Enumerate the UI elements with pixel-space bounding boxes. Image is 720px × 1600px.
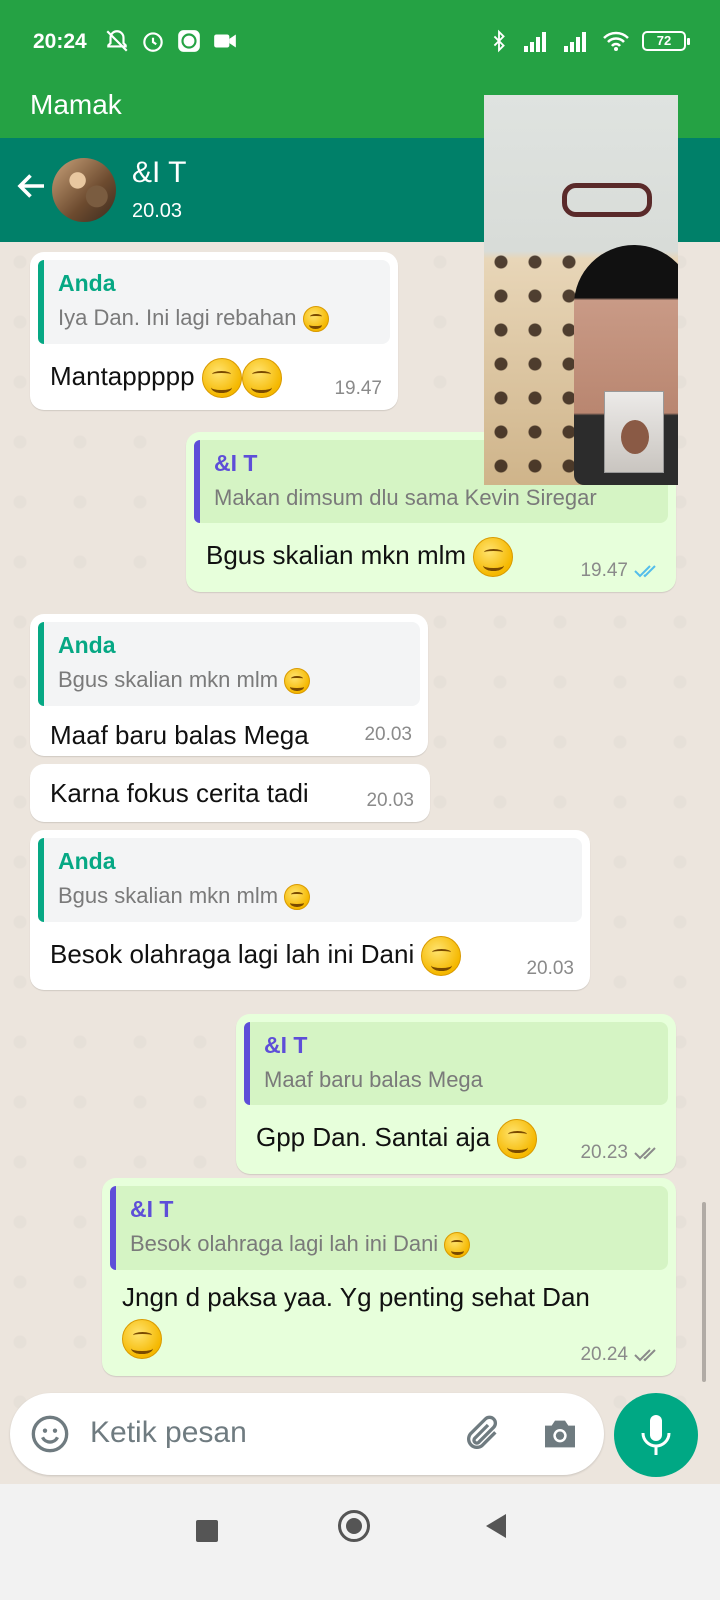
emoji-icon bbox=[302, 306, 329, 333]
emoji-icon bbox=[122, 1319, 162, 1360]
system-navigation-bar bbox=[0, 1484, 720, 1600]
message-time: 20.24 bbox=[580, 1344, 628, 1365]
quoted-message[interactable]: &I T Maaf baru balas Mega bbox=[244, 1022, 668, 1105]
message-time: 20.03 bbox=[364, 724, 412, 745]
status-time: 20:24 bbox=[33, 30, 87, 53]
chat-title[interactable]: &I T bbox=[132, 156, 186, 190]
quote-author: Anda bbox=[58, 270, 116, 296]
message-text: Karna fokus cerita tadi bbox=[50, 778, 309, 808]
emoji-icon bbox=[421, 936, 462, 977]
video-icon bbox=[214, 34, 236, 48]
status-bar: 20:24 72 bbox=[0, 0, 720, 86]
message-bubble[interactable]: &I T Maaf baru balas Mega Gpp Dan. Santa… bbox=[236, 1014, 676, 1174]
quote-text: Makan dimsum dlu sama Kevin Siregar bbox=[214, 485, 597, 510]
quote-author: &I T bbox=[264, 1032, 308, 1058]
quote-text: Iya Dan. Ini lagi rebahan bbox=[58, 305, 297, 330]
wifi-icon bbox=[603, 31, 629, 51]
recents-button[interactable] bbox=[196, 1520, 218, 1542]
message-text: Bgus skalian mkn mlm bbox=[206, 539, 467, 570]
signal-icon bbox=[524, 32, 546, 52]
arrow-left-icon[interactable] bbox=[14, 168, 50, 204]
quote-text: Bgus skalian mkn mlm bbox=[58, 667, 279, 692]
delivered-ticks-icon bbox=[634, 1147, 656, 1160]
message-text: Gpp Dan. Santai aja bbox=[256, 1121, 491, 1152]
message-time: 19.47 bbox=[580, 560, 628, 581]
emoji-icon bbox=[241, 358, 282, 399]
remote-video-detail bbox=[562, 183, 652, 217]
message-composer[interactable]: Ketik pesan bbox=[10, 1393, 604, 1475]
quote-author: &I T bbox=[130, 1196, 174, 1222]
message-input[interactable]: Ketik pesan bbox=[90, 1416, 247, 1450]
signal-icon-2 bbox=[564, 32, 586, 52]
battery-indicator: 72 bbox=[642, 31, 690, 51]
message-text: Jngn d paksa yaa. Yg penting sehat Dan bbox=[122, 1282, 590, 1313]
video-call-preview[interactable] bbox=[484, 95, 678, 485]
message-bubble[interactable]: Karna fokus cerita tadi 20.03 bbox=[30, 764, 430, 822]
delivered-ticks-icon bbox=[634, 1349, 656, 1362]
emoji-icon bbox=[473, 537, 514, 577]
message-time: 20.23 bbox=[580, 1142, 628, 1163]
call-contact-name: Mamak bbox=[30, 89, 122, 120]
quote-author: Anda bbox=[58, 848, 116, 874]
camera-icon[interactable] bbox=[540, 1414, 580, 1454]
message-bubble[interactable]: Anda Bgus skalian mkn mlm Besok olahraga… bbox=[30, 830, 590, 990]
message-text: Maaf baru balas Mega bbox=[50, 720, 309, 751]
message-bubble[interactable]: &I T Besok olahraga lagi lah ini Dani Jn… bbox=[102, 1178, 676, 1376]
bluetooth-icon bbox=[493, 29, 505, 53]
quote-text: Maaf baru balas Mega bbox=[264, 1067, 483, 1092]
message-bubble[interactable]: Anda Bgus skalian mkn mlm Maaf baru bala… bbox=[30, 614, 428, 756]
scrollbar[interactable] bbox=[702, 1202, 706, 1382]
message-time: 19.47 bbox=[334, 378, 382, 399]
emoji-icon bbox=[284, 884, 311, 911]
message-text: Mantappppp bbox=[50, 361, 195, 392]
read-ticks-icon bbox=[634, 565, 656, 578]
voice-record-button[interactable] bbox=[614, 1393, 698, 1477]
home-button[interactable] bbox=[338, 1510, 370, 1542]
quote-text: Besok olahraga lagi lah ini Dani bbox=[130, 1231, 439, 1256]
mic-icon bbox=[641, 1415, 671, 1455]
emoji-icon bbox=[201, 358, 242, 399]
emoji-icon[interactable] bbox=[30, 1414, 70, 1454]
emoji-icon bbox=[284, 668, 311, 695]
quote-text: Bgus skalian mkn mlm bbox=[58, 883, 279, 908]
quoted-message[interactable]: Anda Bgus skalian mkn mlm bbox=[38, 838, 582, 923]
quoted-message[interactable]: &I T Besok olahraga lagi lah ini Dani bbox=[110, 1186, 668, 1271]
quoted-message[interactable]: Anda Iya Dan. Ini lagi rebahan bbox=[38, 260, 390, 345]
message-bubble[interactable]: Anda Iya Dan. Ini lagi rebahan Mantapppp… bbox=[30, 252, 398, 410]
message-time: 20.03 bbox=[366, 790, 414, 811]
avatar[interactable] bbox=[52, 158, 116, 222]
paperclip-icon[interactable] bbox=[462, 1414, 502, 1454]
alarm-icon bbox=[143, 32, 163, 52]
emoji-icon bbox=[444, 1232, 471, 1259]
mute-icon bbox=[106, 30, 128, 52]
message-text: Besok olahraga lagi lah ini Dani bbox=[50, 939, 415, 970]
message-time: 20.03 bbox=[526, 958, 574, 979]
emoji-icon bbox=[497, 1119, 538, 1159]
chat-subtitle: 20.03 bbox=[132, 200, 183, 222]
back-button[interactable] bbox=[486, 1514, 506, 1538]
self-video-preview[interactable] bbox=[604, 391, 664, 473]
whatsapp-icon bbox=[178, 30, 200, 52]
quoted-message[interactable]: Anda Bgus skalian mkn mlm bbox=[38, 622, 420, 707]
self-video-feed bbox=[621, 420, 649, 454]
quote-author: Anda bbox=[58, 632, 116, 658]
